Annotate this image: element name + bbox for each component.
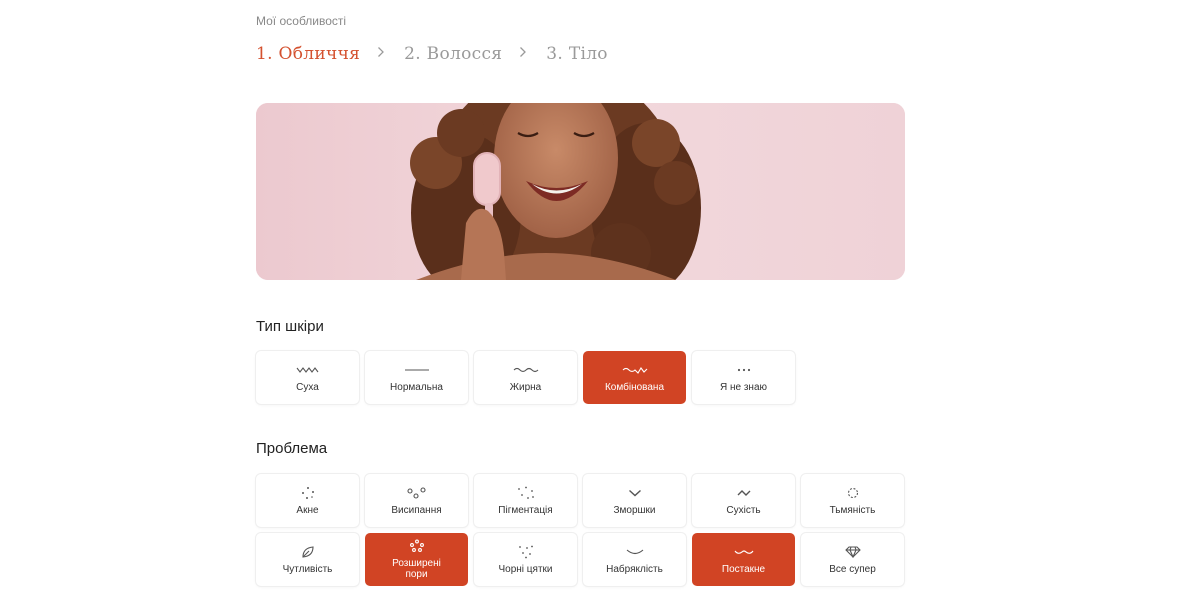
post-acne-icon xyxy=(734,545,754,559)
leaf-icon xyxy=(301,545,315,559)
blackheads-icon xyxy=(517,545,535,559)
option-label: Тьмяність xyxy=(829,504,876,516)
problem-enlarged-pores[interactable]: Розширені пори xyxy=(365,533,468,586)
problem-pigmentation[interactable]: Пігментація xyxy=(474,474,577,527)
problem-acne[interactable]: Акне xyxy=(256,474,359,527)
skin-type-oily[interactable]: Жирна xyxy=(474,351,577,404)
skin-type-normal[interactable]: Нормальна xyxy=(365,351,468,404)
squiggle-icon xyxy=(296,363,320,377)
hero-image xyxy=(256,103,905,280)
skin-type-unknown[interactable]: Я не знаю xyxy=(692,351,795,404)
acne-dots-icon xyxy=(300,486,316,500)
option-label: Пігментація xyxy=(498,504,553,516)
diamond-icon xyxy=(844,545,861,559)
option-label: Сухість xyxy=(726,504,761,516)
option-label: Набряклість xyxy=(606,563,663,575)
option-label: Акне xyxy=(296,504,319,516)
step-hair[interactable]: 2. Волосся xyxy=(404,44,502,64)
problem-wrinkles[interactable]: Зморшки xyxy=(583,474,686,527)
stepper: 1. Обличчя 2. Волосся 3. Тіло xyxy=(256,44,608,64)
problem-puffiness[interactable]: Набряклість xyxy=(583,533,686,586)
problem-dullness[interactable]: Тьмяність xyxy=(801,474,904,527)
ellipsis-icon xyxy=(736,363,752,377)
option-label: Чорні цятки xyxy=(498,563,553,575)
skin-type-combination[interactable]: Комбінована xyxy=(583,351,686,404)
chevron-right-icon xyxy=(377,46,387,62)
problem-sensitivity[interactable]: Чутливість xyxy=(256,533,359,586)
option-label: Чутливість xyxy=(282,563,333,575)
problem-dryness[interactable]: Сухість xyxy=(692,474,795,527)
skin-type-options: Суха Нормальна Жирна Комбінована Я не зн… xyxy=(256,351,904,404)
circles-icon xyxy=(406,486,428,500)
skin-type-title: Тип шкіри xyxy=(256,318,324,335)
pores-icon xyxy=(409,539,425,553)
skin-type-dry[interactable]: Суха xyxy=(256,351,359,404)
step-face[interactable]: 1. Обличчя xyxy=(256,44,360,64)
chevron-down-icon xyxy=(628,486,642,500)
curve-icon xyxy=(626,545,644,559)
option-label: Жирна xyxy=(509,381,542,393)
option-label: Все супер xyxy=(829,563,876,575)
scatter-dots-icon xyxy=(517,486,535,500)
wave-mix-icon xyxy=(622,363,648,377)
page-label: Мої особливості xyxy=(256,14,347,28)
problem-options: Акне Висипання Пігментація Зморшки Сухіс… xyxy=(256,474,904,586)
line-icon xyxy=(404,363,430,377)
dotted-circle-icon xyxy=(846,486,860,500)
problem-all-good[interactable]: Все супер xyxy=(801,533,904,586)
step-body[interactable]: 3. Тіло xyxy=(546,44,608,64)
tilde-icon xyxy=(737,486,751,500)
problem-rash[interactable]: Висипання xyxy=(365,474,468,527)
chevron-right-icon xyxy=(519,46,529,62)
option-label: Нормальна xyxy=(390,381,443,393)
option-label: Комбінована xyxy=(604,381,665,393)
option-label: Висипання xyxy=(391,504,442,516)
page: Мої особливості 1. Обличчя 2. Волосся 3.… xyxy=(0,0,1200,596)
problem-title: Проблема xyxy=(256,440,328,457)
problem-blackheads[interactable]: Чорні цятки xyxy=(474,533,577,586)
problem-post-acne[interactable]: Постакне xyxy=(692,533,795,586)
hero-illustration xyxy=(256,103,905,280)
option-label: Суха xyxy=(296,381,319,393)
option-label: Постакне xyxy=(721,563,766,575)
wave-icon xyxy=(513,363,539,377)
option-label: Розширені пори xyxy=(392,558,441,580)
option-label: Я не знаю xyxy=(719,381,768,393)
option-label: Зморшки xyxy=(613,504,656,516)
